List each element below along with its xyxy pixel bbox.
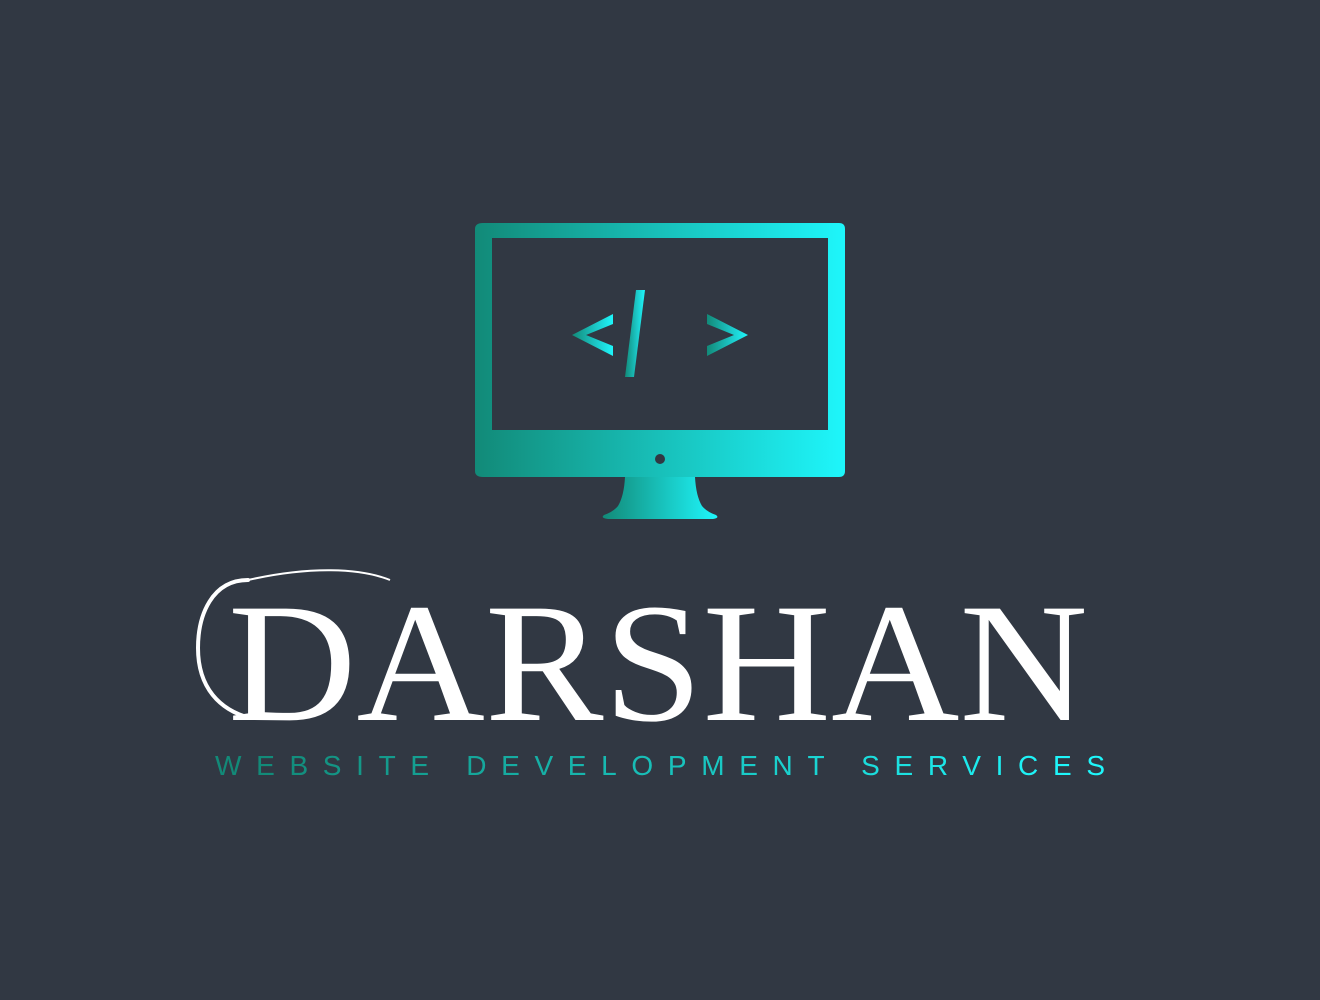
monitor-stand xyxy=(602,477,718,519)
monitor-frame xyxy=(475,223,845,477)
brand-name: DARSHAN xyxy=(228,569,1088,757)
code-brackets-icon xyxy=(572,290,748,377)
power-dot xyxy=(655,454,665,464)
brand-wordmark: DARSHAN xyxy=(195,569,1088,757)
tagline-svg: WEBSITE DEVELOPMENT SERVICES xyxy=(215,750,1105,781)
monitor-code-icon xyxy=(475,223,845,519)
logo-canvas: DARSHAN WEBSITE DEVELOPMENT SERVICES xyxy=(0,0,1320,1000)
tagline: WEBSITE DEVELOPMENT SERVICES xyxy=(215,750,1105,781)
